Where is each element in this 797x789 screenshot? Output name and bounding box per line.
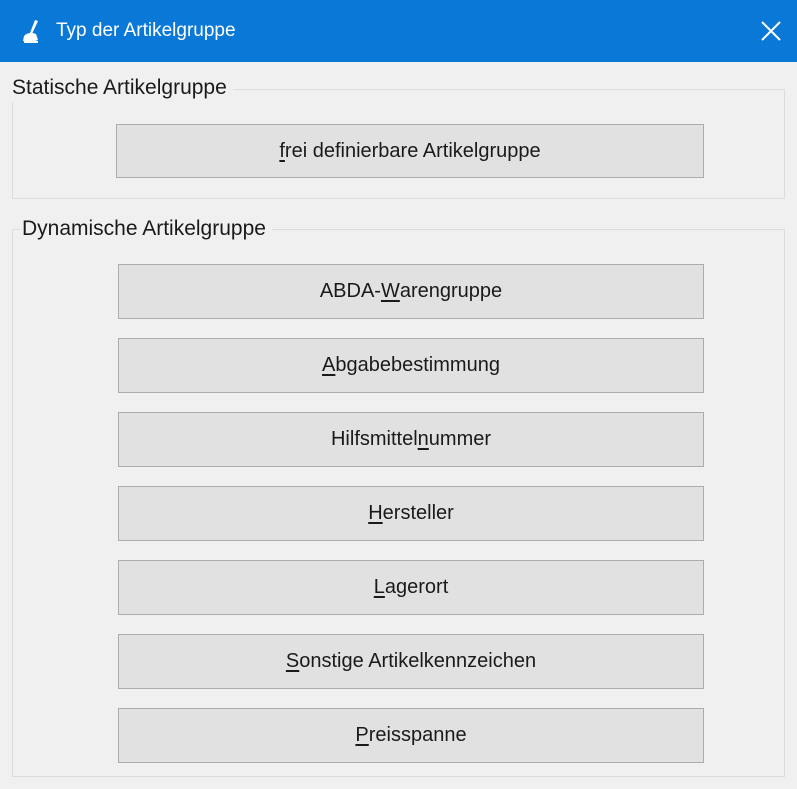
abgabebestimmung-button[interactable]: Abgabebestimmung — [118, 338, 704, 393]
hilfsmittelnummer-button[interactable]: Hilfsmittel n ummer — [118, 412, 704, 467]
button-label-pre: ABDA- — [319, 280, 381, 302]
static-group-legend: Statische Artikelgruppe — [10, 74, 233, 102]
button-label-post: agerort — [384, 576, 449, 598]
button-label-post: rei definierbare Artikelgruppe — [284, 139, 541, 162]
button-label-pre: Hilfsmittel — [330, 428, 418, 450]
button-mnemonic: L — [373, 576, 385, 598]
dynamic-group-legend: Dynamische Artikelgruppe — [20, 215, 272, 243]
button-label-post: reisspanne — [368, 724, 467, 746]
button-mnemonic: A — [322, 354, 336, 376]
button-label-post: ersteller — [382, 502, 454, 524]
button-label-post: onstige Artikelkennzeichen — [299, 650, 537, 672]
dialog-window: Typ der Artikelgruppe Statische Artikelg… — [0, 0, 797, 789]
preisspanne-button[interactable]: Preisspanne — [118, 708, 704, 763]
hersteller-button[interactable]: Hersteller — [118, 486, 704, 541]
button-label-post: arengruppe — [399, 280, 503, 302]
button-mnemonic: n — [417, 428, 429, 450]
window-title: Typ der Artikelgruppe — [56, 20, 236, 41]
lagerort-button[interactable]: Lagerort — [118, 560, 704, 615]
button-label-post: bgabebestimmung — [335, 354, 500, 376]
sonstige-artikelkennzeichen-button[interactable]: Sonstige Artikelkennzeichen — [118, 634, 704, 689]
button-label-post: ummer — [428, 428, 492, 450]
title-bar[interactable]: Typ der Artikelgruppe — [0, 0, 797, 62]
button-mnemonic: W — [380, 280, 400, 302]
button-mnemonic: P — [355, 724, 369, 746]
button-mnemonic: H — [368, 502, 383, 524]
brush-icon — [23, 20, 38, 43]
abda-warengruppe-button[interactable]: ABDA- Warengruppe — [118, 264, 704, 319]
close-button[interactable] — [745, 0, 797, 62]
free-definable-group-button[interactable]: f rei definierbare Artikelgruppe — [116, 124, 704, 178]
button-mnemonic: S — [285, 650, 300, 672]
close-icon — [761, 21, 781, 41]
